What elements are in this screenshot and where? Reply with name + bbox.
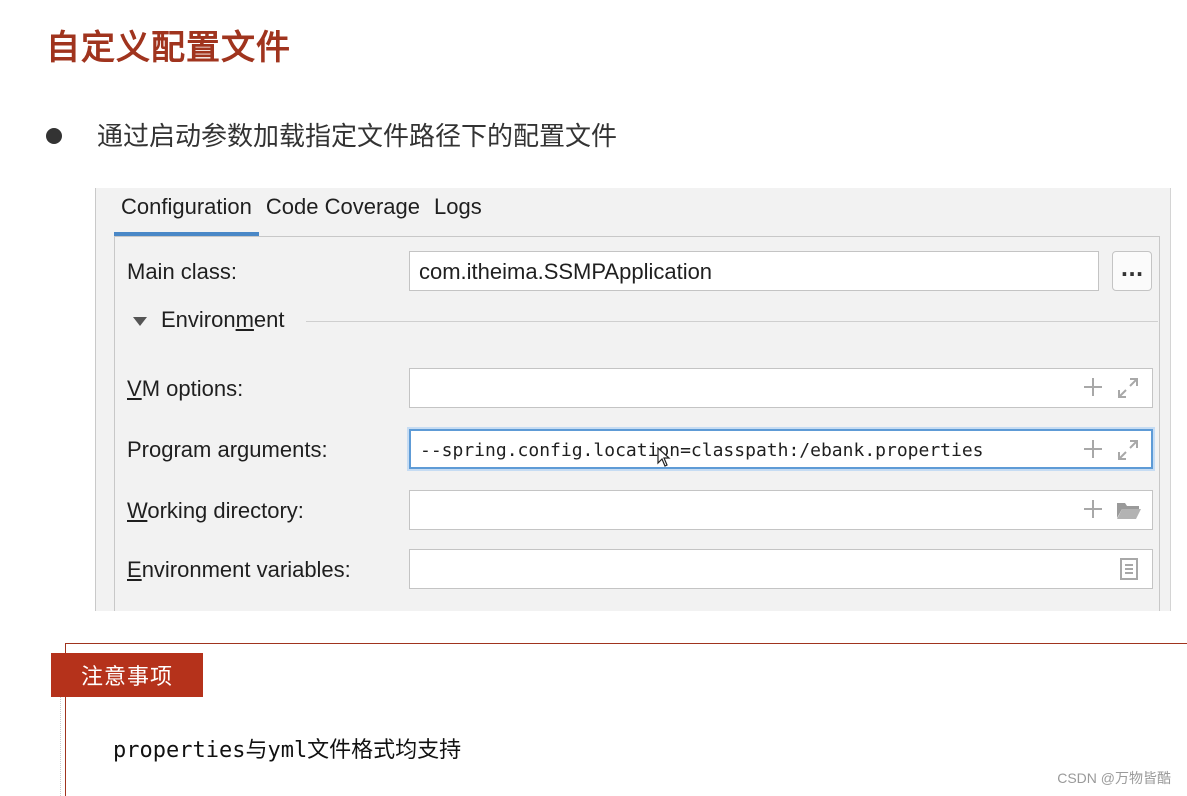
notes-box	[65, 643, 1187, 796]
bullet-text: 通过启动参数加载指定文件路径下的配置文件	[97, 122, 618, 152]
main-class-field[interactable]: com.itheima.SSMPApplication	[409, 251, 1099, 291]
browse-main-class-button[interactable]: ...	[1112, 251, 1152, 291]
vm-options-label: VM options:	[127, 376, 244, 401]
expand-icon[interactable]	[1116, 376, 1140, 400]
mouse-cursor-icon	[657, 447, 671, 467]
folder-icon[interactable]	[1116, 500, 1142, 520]
environment-section-label: Environment	[161, 307, 285, 332]
tab-configuration[interactable]: Configuration	[114, 188, 259, 236]
collapse-triangle-icon[interactable]	[133, 317, 147, 326]
run-configuration-panel: Configuration Code Coverage Logs Main cl…	[95, 188, 1171, 611]
working-directory-field[interactable]	[409, 490, 1153, 530]
slide-title: 自定义配置文件	[46, 28, 291, 68]
vm-options-field[interactable]	[409, 368, 1153, 408]
program-arguments-field[interactable]: --spring.config.location=classpath:/eban…	[409, 429, 1153, 469]
notes-badge: 注意事项	[51, 653, 203, 697]
tab-bar: Configuration Code Coverage Logs	[114, 188, 489, 238]
configuration-form: Main class: com.itheima.SSMPApplication …	[114, 236, 1160, 611]
tab-logs[interactable]: Logs	[427, 188, 489, 232]
main-class-label: Main class:	[127, 259, 238, 284]
watermark: CSDN @万物皆酷	[1057, 770, 1171, 786]
section-divider	[306, 321, 1158, 322]
environment-variables-field[interactable]	[409, 549, 1153, 589]
expand-icon[interactable]	[1116, 438, 1140, 462]
tab-code-coverage[interactable]: Code Coverage	[259, 188, 427, 232]
add-icon[interactable]	[1082, 498, 1104, 520]
bullet-dot	[46, 128, 62, 144]
environment-variables-label: Environment variables:	[127, 557, 351, 582]
environment-section-header[interactable]: Environment	[133, 307, 1158, 337]
add-icon[interactable]	[1082, 376, 1104, 398]
program-arguments-value: --spring.config.location=classpath:/eban…	[420, 440, 984, 461]
program-arguments-label: Program arguments:	[127, 437, 328, 462]
notes-text: properties与yml文件格式均支持	[113, 738, 462, 763]
edit-document-icon[interactable]	[1118, 557, 1140, 581]
working-directory-label: Working directory:	[127, 498, 304, 523]
add-icon[interactable]	[1082, 438, 1104, 460]
main-class-value: com.itheima.SSMPApplication	[419, 259, 713, 284]
